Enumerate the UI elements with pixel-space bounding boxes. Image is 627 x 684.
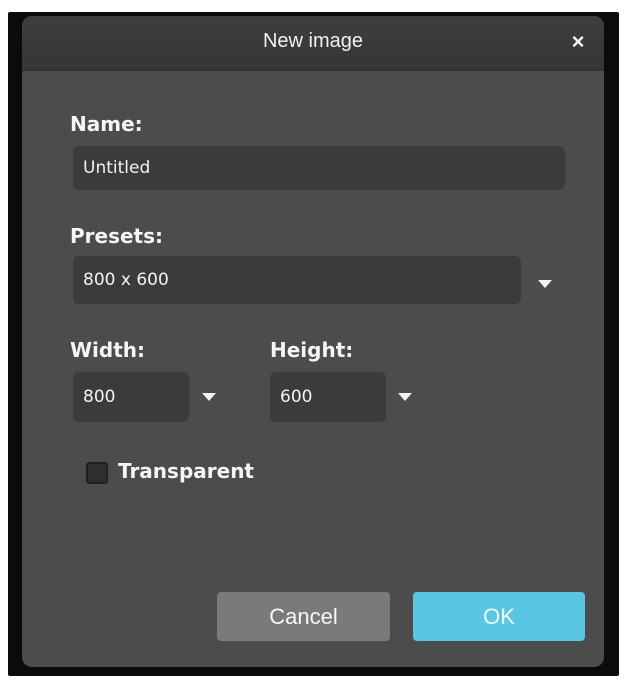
height-label: Height: [270, 338, 354, 362]
height-input[interactable]: 600 [270, 372, 386, 422]
width-label: Width: [70, 338, 146, 362]
ok-button[interactable]: OK [413, 592, 585, 641]
dialog-titlebar: New image × [22, 16, 604, 71]
presets-select[interactable]: 800 x 600 [73, 256, 521, 304]
dialog-window: New image × Name: Untitled Presets: 800 … [8, 12, 619, 676]
width-input[interactable]: 800 [73, 372, 189, 422]
height-chevron-down-icon[interactable] [398, 393, 412, 401]
width-chevron-down-icon[interactable] [202, 393, 216, 401]
name-input[interactable]: Untitled [73, 146, 565, 190]
cancel-button[interactable]: Cancel [217, 592, 390, 641]
name-label: Name: [70, 112, 143, 136]
close-icon[interactable]: × [566, 30, 590, 54]
new-image-dialog: New image × Name: Untitled Presets: 800 … [22, 16, 604, 667]
transparent-checkbox[interactable] [86, 462, 108, 484]
dialog-title: New image [262, 30, 364, 52]
presets-chevron-down-icon[interactable] [538, 280, 552, 288]
transparent-label[interactable]: Transparent [118, 459, 254, 483]
presets-label: Presets: [70, 224, 164, 248]
